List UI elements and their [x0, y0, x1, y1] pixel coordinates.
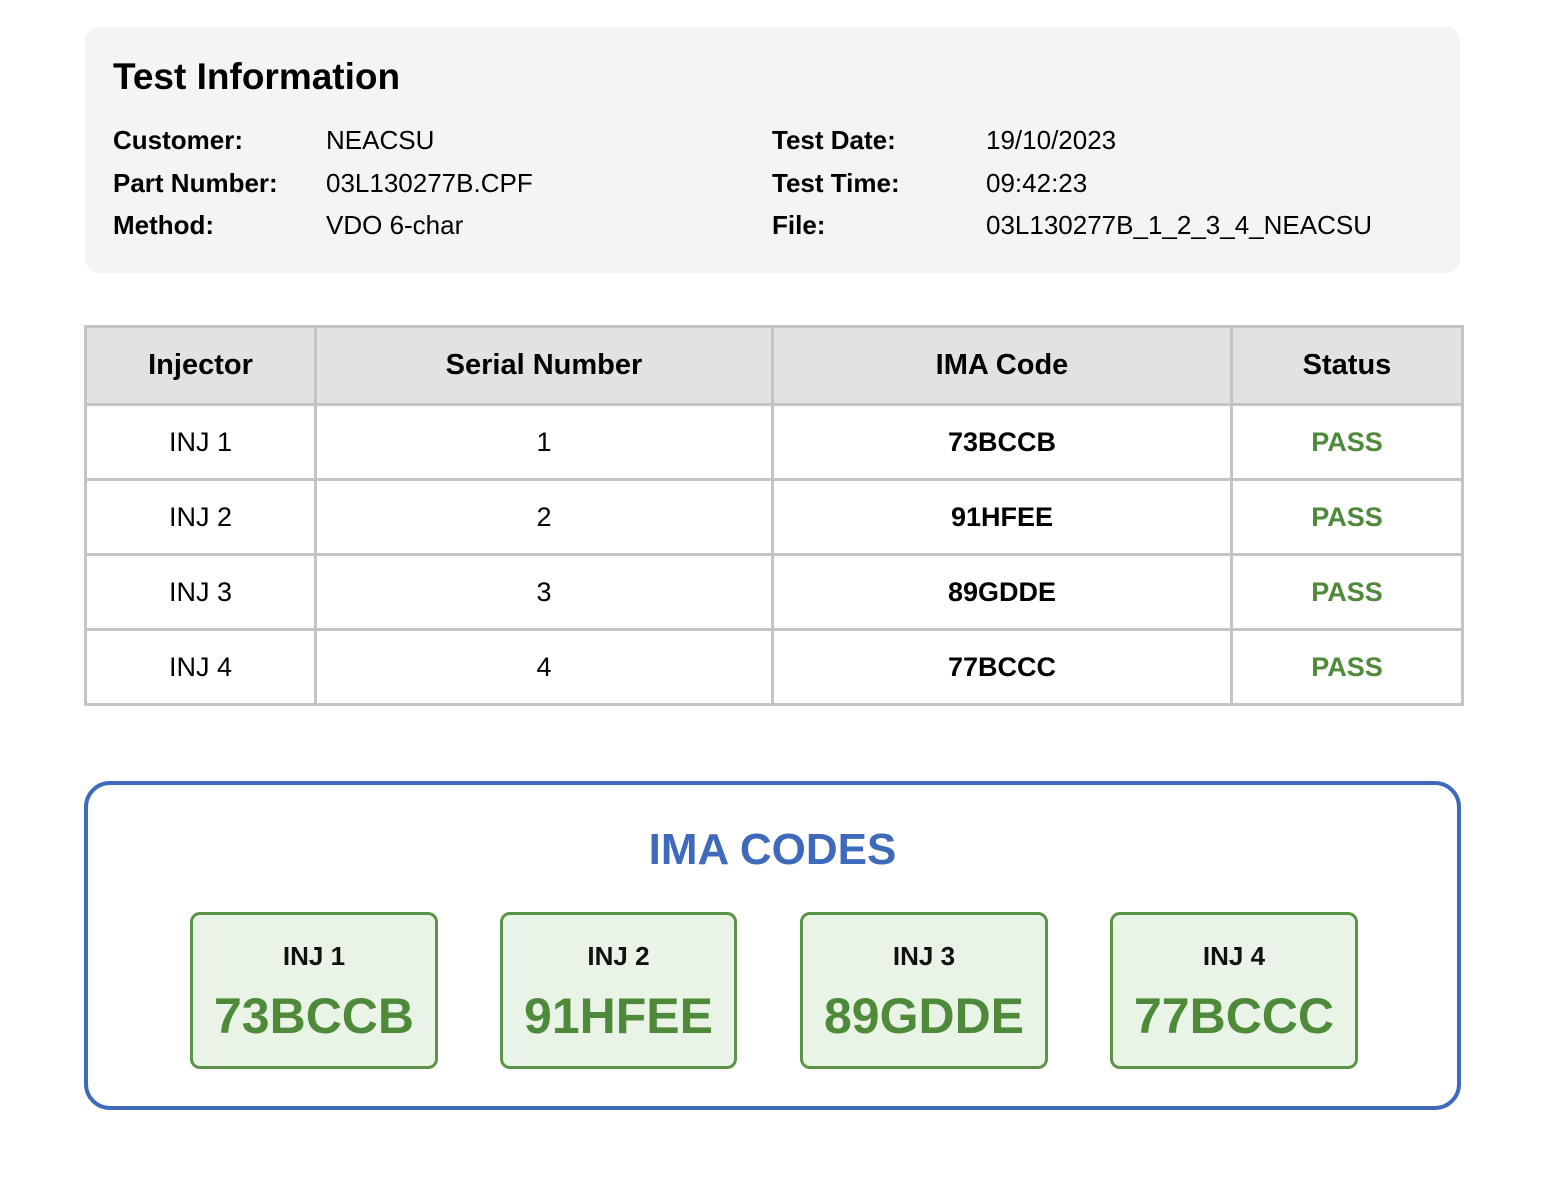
ima-code-card-value: 77BCCC — [1133, 988, 1335, 1044]
customer-row: Customer: — [113, 125, 243, 155]
file-row: File: — [772, 210, 825, 240]
ima-code-card-inj-2: INJ 2 91HFEE — [500, 912, 737, 1069]
ima-code-card-label: INJ 1 — [282, 941, 346, 971]
test-information-panel: Test Information Customer: NEACSU Part N… — [85, 27, 1460, 273]
ima-code-cell: 73BCCB — [771, 403, 1233, 481]
ima-code-card-value: 91HFEE — [524, 988, 713, 1044]
table-row: INJ 4 4 77BCCC PASS — [84, 628, 1464, 706]
part-number-value: 03L130277B.CPF — [326, 168, 533, 198]
serial-cell: 4 — [314, 628, 774, 706]
customer-value-row: NEACSU — [326, 125, 434, 155]
status-badge: PASS — [1230, 403, 1464, 481]
ima-code-card-label: INJ 2 — [587, 941, 650, 971]
injector-cell: INJ 3 — [84, 553, 317, 631]
test-date-row: Test Date: — [772, 125, 896, 155]
ima-code-card-inj-1: INJ 1 73BCCB — [190, 912, 438, 1069]
ima-code-card-label: INJ 3 — [892, 941, 956, 971]
method-row: Method: — [113, 210, 214, 240]
part-number-row: Part Number: — [113, 168, 278, 198]
status-badge: PASS — [1230, 553, 1464, 631]
test-information-title: Test Information — [113, 56, 401, 97]
table-row: INJ 3 3 89GDDE PASS — [84, 553, 1464, 631]
ima-code-cell: 77BCCC — [771, 628, 1233, 706]
header-injector: Injector — [84, 325, 317, 406]
serial-cell: 3 — [314, 553, 774, 631]
ima-code-cell: 89GDDE — [771, 553, 1233, 631]
status-badge: PASS — [1230, 628, 1464, 706]
injector-cell: INJ 4 — [84, 628, 317, 706]
part-number-value-row: 03L130277B.CPF — [326, 168, 533, 198]
ima-codes-box: IMA CODES INJ 1 73BCCB INJ 2 91HFEE INJ … — [84, 781, 1461, 1110]
header-ima-code: IMA Code — [771, 325, 1233, 406]
serial-cell: 1 — [314, 403, 774, 481]
file-label: File: — [772, 210, 826, 240]
ima-codes-title: IMA CODES — [648, 825, 897, 874]
test-time-row: Test Time: — [772, 168, 900, 198]
test-date-label: Test Date: — [772, 125, 896, 155]
file-value-row: 03L130277B_1_2_3_4_NEACSU — [986, 210, 1372, 240]
method-label: Method: — [113, 210, 215, 240]
ima-code-card-value: 89GDDE — [823, 988, 1025, 1044]
table-header-row: Injector Serial Number IMA Code Status — [84, 325, 1464, 406]
injector-cell: INJ 2 — [84, 478, 317, 556]
injector-cell: INJ 1 — [84, 403, 317, 481]
test-time-value-row: 09:42:23 — [986, 168, 1087, 198]
serial-cell: 2 — [314, 478, 774, 556]
ima-code-cell: 91HFEE — [771, 478, 1233, 556]
table-row: INJ 1 1 73BCCB PASS — [84, 403, 1464, 481]
customer-value: NEACSU — [326, 125, 435, 155]
ima-code-card-inj-3: INJ 3 89GDDE — [800, 912, 1048, 1069]
ima-code-card-inj-4: INJ 4 77BCCC — [1110, 912, 1358, 1069]
header-serial-number: Serial Number — [314, 325, 774, 406]
test-date-value-row: 19/10/2023 — [986, 125, 1116, 155]
file-value: 03L130277B_1_2_3_4_NEACSU — [986, 210, 1372, 240]
method-value-row: VDO 6-char — [326, 210, 463, 240]
ima-code-card-value: 73BCCB — [213, 988, 415, 1044]
test-time-value: 09:42:23 — [986, 168, 1088, 198]
customer-label: Customer: — [113, 125, 244, 155]
ima-code-card-label: INJ 4 — [1202, 941, 1266, 971]
table-row: INJ 2 2 91HFEE PASS — [84, 478, 1464, 556]
method-value: VDO 6-char — [326, 210, 464, 240]
status-badge: PASS — [1230, 478, 1464, 556]
injector-results-table: Injector Serial Number IMA Code Status I… — [84, 325, 1464, 706]
test-time-label: Test Time: — [772, 168, 900, 198]
header-status: Status — [1230, 325, 1464, 406]
part-number-label: Part Number: — [113, 168, 278, 198]
test-date-value: 19/10/2023 — [986, 125, 1117, 155]
